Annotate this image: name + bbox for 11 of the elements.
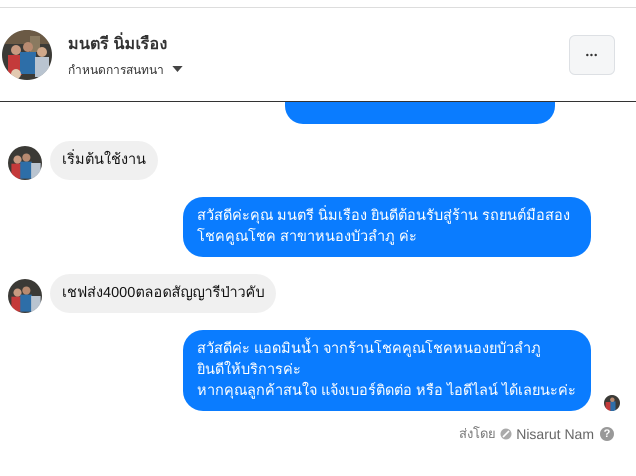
message-bubble: สวัสดีค่ะคุณ มนตรี นิ่มเรือง ยินดีต้อนรับสู่ร้าน รถยนต์มือสอง โชคคูณโชค สาขาหนองบัวลำภู ค่ะ xyxy=(183,197,591,257)
caret-icon xyxy=(172,66,183,72)
sent-by-label: ส่งโดย xyxy=(459,425,496,443)
conversation-settings-dropdown[interactable]: กำหนดการสนทนา xyxy=(68,60,183,78)
message-bubble: เชฟส่ง4000ตลอดสัญญารีป่าวคับ xyxy=(50,274,276,313)
sender-name: Nisarut Nam xyxy=(516,426,594,442)
contact-name: มนตรี นิ่มเรือง xyxy=(68,30,569,56)
message-bubble: สวัสดีค่ะ แอดมินน้ำ จากร้านโชคคูณโชคหนองยบัวลำภู ยินดีให้บริการค่ะ หากคุณลูกค้าสนใจ แจ้งเบอร์ติดต่อ หรือ ไอดีไลน์ ได้เลยนะค่ะ xyxy=(183,330,591,411)
more-button[interactable]: ••• xyxy=(569,34,615,74)
message-bubble: เริ่มต้นใช้งาน xyxy=(50,141,158,180)
blocked-icon xyxy=(500,428,512,440)
